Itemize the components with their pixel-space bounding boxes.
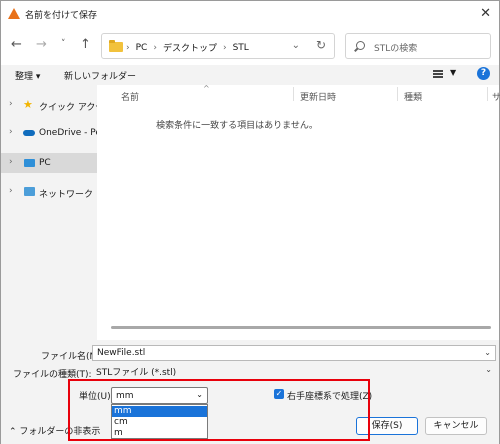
column-header-name[interactable]: 名前: [121, 90, 139, 103]
breadcrumb-desktop[interactable]: デスクトップ: [163, 41, 217, 54]
navigation-pane: › ★ クイック アクセス › OneDrive - Per › PC › ネッ…: [1, 85, 97, 340]
sidebar-item-network[interactable]: › ネットワーク: [1, 182, 97, 202]
back-arrow-icon[interactable]: ←: [11, 37, 22, 52]
breadcrumb: › PC › デスクトップ › STL: [126, 41, 249, 55]
breadcrumb-stl[interactable]: STL: [233, 43, 249, 53]
unit-option-mm[interactable]: mm: [112, 406, 207, 417]
unit-value: mm: [116, 391, 134, 401]
filetype-select[interactable]: STLファイル (*.stl) ⌄: [92, 363, 496, 379]
app-icon: [8, 8, 20, 19]
breadcrumb-separator: ›: [153, 42, 157, 53]
help-icon[interactable]: ?: [477, 67, 490, 80]
sort-caret-icon: ^: [203, 84, 210, 93]
column-header-size[interactable]: サ: [492, 90, 500, 103]
search-icon: [356, 41, 365, 50]
filename-value: NewFile.stl: [97, 348, 146, 358]
computer-icon: [24, 159, 35, 167]
cancel-button[interactable]: キャンセル: [425, 417, 487, 435]
right-hand-coordinate-label[interactable]: 右手座標系で処理(Z): [287, 389, 372, 402]
sidebar-item-label: クイック アクセス: [39, 103, 97, 113]
refresh-icon[interactable]: ↻: [316, 38, 326, 52]
column-divider[interactable]: [397, 87, 398, 101]
chevron-up-icon: ⌃: [9, 427, 17, 437]
expand-chevron-icon[interactable]: ›: [9, 186, 13, 196]
sidebar-item-label: OneDrive - Per: [39, 128, 97, 138]
command-toolbar: 整理 ▾ 新しいフォルダー ▼ ?: [1, 65, 499, 85]
column-divider[interactable]: [487, 87, 488, 101]
organize-button[interactable]: 整理 ▾: [15, 69, 40, 82]
folder-icon: [109, 40, 123, 52]
chevron-down-icon[interactable]: ⌄: [484, 348, 491, 357]
chevron-down-icon[interactable]: ⌄: [485, 365, 492, 374]
title-bar: 名前を付けて保存 ✕: [1, 1, 499, 27]
column-header-modified[interactable]: 更新日時: [300, 90, 336, 103]
navigation-bar: ← → ˅ ↑ › PC › デスクトップ › STL ⌄ ↻ STLの検索: [1, 27, 499, 65]
expand-chevron-icon[interactable]: ›: [9, 127, 13, 137]
window-title: 名前を付けて保存: [25, 11, 98, 21]
hide-folders-toggle[interactable]: ⌃ フォルダーの非表示: [9, 424, 100, 437]
hide-folders-label: フォルダーの非表示: [19, 427, 101, 437]
sidebar-item-onedrive[interactable]: › OneDrive - Per: [1, 123, 97, 143]
breadcrumb-pc[interactable]: PC: [136, 43, 148, 53]
breadcrumb-separator: ›: [126, 42, 130, 53]
column-divider[interactable]: [293, 87, 294, 101]
search-placeholder: STLの検索: [374, 44, 418, 54]
unit-select[interactable]: mm ⌄: [111, 387, 208, 404]
recent-locations-chevron-icon[interactable]: ˅: [61, 39, 66, 49]
save-button[interactable]: 保存(S): [356, 417, 418, 435]
sidebar-item-quick-access[interactable]: › ★ クイック アクセス: [1, 95, 97, 115]
up-arrow-icon[interactable]: ↑: [80, 37, 91, 52]
chevron-down-icon[interactable]: ⌄: [196, 390, 203, 399]
column-header-type[interactable]: 種類: [404, 90, 422, 103]
new-folder-button[interactable]: 新しいフォルダー: [64, 69, 136, 82]
expand-chevron-icon[interactable]: ›: [9, 99, 13, 109]
view-options-chevron-icon[interactable]: ▼: [450, 68, 456, 77]
close-icon[interactable]: ✕: [480, 6, 491, 21]
address-bar[interactable]: › PC › デスクトップ › STL ⌄ ↻: [101, 33, 335, 59]
horizontal-scrollbar[interactable]: [111, 326, 491, 329]
network-icon: [24, 187, 35, 196]
unit-option-m[interactable]: m: [112, 428, 207, 439]
unit-label: 単位(U):: [79, 392, 114, 402]
cloud-icon: [23, 130, 35, 136]
forward-arrow-icon[interactable]: →: [36, 37, 47, 52]
breadcrumb-separator: ›: [222, 42, 227, 53]
save-as-dialog: 名前を付けて保存 ✕ ← → ˅ ↑ › PC › デスクトップ › STL ⌄…: [0, 0, 500, 444]
file-list[interactable]: ^ 名前 更新日時 種類 サ 検索条件に一致する項目はありません。: [97, 84, 500, 340]
expand-chevron-icon[interactable]: ›: [9, 157, 13, 167]
right-hand-coordinate-checkbox[interactable]: ✓: [274, 389, 284, 399]
save-form: ファイル名(N): NewFile.stl ⌄ ファイルの種類(T): STLフ…: [1, 340, 499, 444]
sidebar-item-pc[interactable]: › PC: [1, 153, 97, 173]
filetype-value: STLファイル (*.stl): [96, 368, 177, 378]
star-icon: ★: [23, 98, 33, 111]
address-dropdown-chevron-icon[interactable]: ⌄: [292, 40, 300, 51]
view-options-icon[interactable]: [433, 70, 443, 78]
empty-message: 検索条件に一致する項目はありません。: [156, 121, 318, 131]
sidebar-item-label: ネットワーク: [39, 190, 94, 200]
filename-field[interactable]: NewFile.stl ⌄: [92, 345, 496, 361]
unit-option-cm[interactable]: cm: [112, 417, 207, 428]
search-box[interactable]: STLの検索: [345, 33, 491, 59]
unit-dropdown-list: mm cm m: [111, 404, 208, 439]
filetype-label: ファイルの種類(T):: [13, 370, 92, 380]
sidebar-item-label: PC: [39, 158, 51, 168]
